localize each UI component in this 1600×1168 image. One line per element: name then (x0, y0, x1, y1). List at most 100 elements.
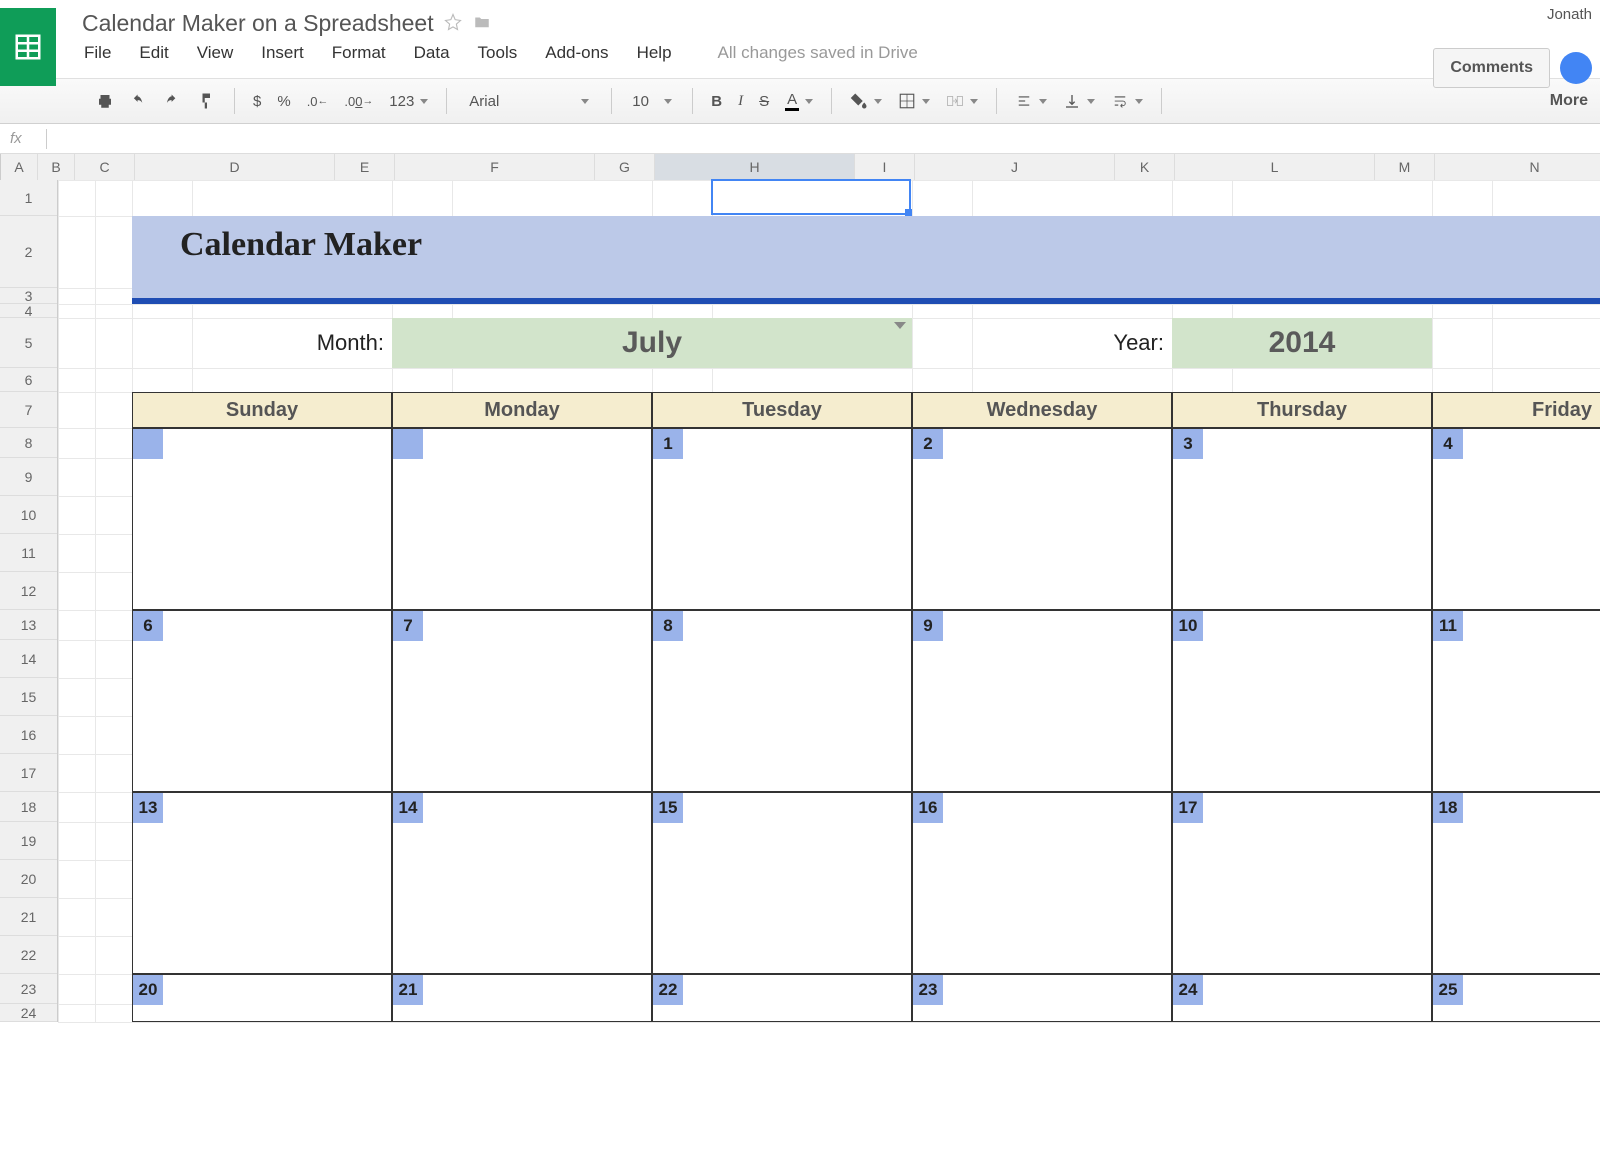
row-header-24[interactable]: 24 (0, 1004, 57, 1022)
more-button[interactable]: More (1550, 92, 1588, 110)
calendar-cell[interactable] (392, 428, 652, 610)
doc-title[interactable]: Calendar Maker on a Spreadsheet (82, 10, 434, 37)
row-header-19[interactable]: 19 (0, 822, 57, 860)
folder-icon[interactable] (472, 13, 492, 34)
calendar-cell[interactable]: 20 (132, 974, 392, 1022)
year-input[interactable]: 2014 (1172, 318, 1432, 368)
font-select[interactable]: Arial (459, 93, 599, 110)
calendar-cell[interactable]: 6 (132, 610, 392, 792)
column-header-M[interactable]: M (1375, 154, 1435, 180)
menu-addons[interactable]: Add-ons (545, 43, 608, 63)
italic-button[interactable]: I (732, 89, 749, 114)
row-header-8[interactable]: 8 (0, 428, 57, 458)
calendar-cell[interactable] (132, 428, 392, 610)
row-header-11[interactable]: 11 (0, 534, 57, 572)
column-header-F[interactable]: F (395, 154, 595, 180)
calendar-cell[interactable]: 3 (1172, 428, 1432, 610)
row-header-20[interactable]: 20 (0, 860, 57, 898)
calendar-cell[interactable]: 2 (912, 428, 1172, 610)
strike-button[interactable]: S (753, 89, 775, 114)
row-header-22[interactable]: 22 (0, 936, 57, 974)
column-header-J[interactable]: J (915, 154, 1115, 180)
row-header-5[interactable]: 5 (0, 318, 57, 368)
calendar-cell[interactable]: 24 (1172, 974, 1432, 1022)
calendar-cell[interactable]: 17 (1172, 792, 1432, 974)
redo-icon[interactable] (158, 90, 188, 112)
row-header-6[interactable]: 6 (0, 368, 57, 392)
column-header-K[interactable]: K (1115, 154, 1175, 180)
undo-icon[interactable] (124, 90, 154, 112)
borders-button[interactable] (892, 88, 936, 114)
menu-format[interactable]: Format (332, 43, 386, 63)
menu-insert[interactable]: Insert (261, 43, 304, 63)
wrap-button[interactable] (1105, 90, 1149, 112)
paint-format-icon[interactable] (192, 88, 222, 114)
print-icon[interactable] (90, 88, 120, 114)
row-header-14[interactable]: 14 (0, 640, 57, 678)
row-header-16[interactable]: 16 (0, 716, 57, 754)
column-header-L[interactable]: L (1175, 154, 1375, 180)
calendar-cell[interactable]: 1 (652, 428, 912, 610)
column-header-G[interactable]: G (595, 154, 655, 180)
calendar-cell[interactable]: 14 (392, 792, 652, 974)
bold-button[interactable]: B (705, 89, 728, 114)
percent-button[interactable]: % (271, 89, 296, 114)
month-select[interactable]: July (392, 318, 912, 368)
row-header-4[interactable]: 4 (0, 304, 57, 318)
username[interactable]: Jonath (1547, 6, 1592, 23)
merge-button[interactable] (940, 88, 984, 114)
calendar-cell[interactable]: 4 (1432, 428, 1600, 610)
calendar-cell[interactable]: 25 (1432, 974, 1600, 1022)
font-size-select[interactable]: 10 (624, 93, 680, 110)
menu-file[interactable]: File (84, 43, 111, 63)
calendar-cell[interactable]: 18 (1432, 792, 1600, 974)
formula-bar[interactable]: fx (0, 124, 1600, 154)
cell-area[interactable]: Calendar MakerOne MonthMonth:JulyYear:20… (58, 180, 1600, 1022)
column-header-I[interactable]: I (855, 154, 915, 180)
increase-decimal-button[interactable]: .00→ (338, 90, 379, 113)
calendar-cell[interactable]: 23 (912, 974, 1172, 1022)
calendar-cell[interactable]: 13 (132, 792, 392, 974)
row-header-13[interactable]: 13 (0, 610, 57, 640)
column-header-N[interactable]: N (1435, 154, 1600, 180)
calendar-cell[interactable]: 22 (652, 974, 912, 1022)
row-header-15[interactable]: 15 (0, 678, 57, 716)
calendar-cell[interactable]: 8 (652, 610, 912, 792)
menu-edit[interactable]: Edit (139, 43, 168, 63)
column-header-H[interactable]: H (655, 154, 855, 180)
row-header-9[interactable]: 9 (0, 458, 57, 496)
text-color-button[interactable]: A (779, 87, 819, 115)
number-format-button[interactable]: 123 (383, 89, 434, 114)
menu-help[interactable]: Help (637, 43, 672, 63)
row-header-1[interactable]: 1 (0, 180, 57, 216)
calendar-cell[interactable]: 10 (1172, 610, 1432, 792)
calendar-cell[interactable]: 9 (912, 610, 1172, 792)
column-header-E[interactable]: E (335, 154, 395, 180)
calendar-cell[interactable]: 15 (652, 792, 912, 974)
decrease-decimal-button[interactable]: .0← (301, 90, 335, 113)
menu-view[interactable]: View (197, 43, 234, 63)
fill-color-button[interactable] (844, 88, 888, 114)
halign-button[interactable] (1009, 90, 1053, 112)
calendar-cell[interactable]: 16 (912, 792, 1172, 974)
row-header-2[interactable]: 2 (0, 216, 57, 288)
star-icon[interactable] (444, 13, 462, 34)
column-header-A[interactable]: A (1, 154, 38, 180)
calendar-cell[interactable]: 11 (1432, 610, 1600, 792)
column-header-B[interactable]: B (38, 154, 75, 180)
share-button[interactable] (1560, 52, 1592, 84)
row-header-18[interactable]: 18 (0, 792, 57, 822)
sheets-logo[interactable] (0, 8, 56, 86)
column-header-D[interactable]: D (135, 154, 335, 180)
comments-button[interactable]: Comments (1433, 48, 1550, 88)
currency-button[interactable]: $ (247, 89, 267, 114)
row-header-21[interactable]: 21 (0, 898, 57, 936)
calendar-cell[interactable]: 7 (392, 610, 652, 792)
menu-data[interactable]: Data (414, 43, 450, 63)
menu-tools[interactable]: Tools (478, 43, 518, 63)
calendar-cell[interactable]: 21 (392, 974, 652, 1022)
valign-button[interactable] (1057, 89, 1101, 113)
row-header-7[interactable]: 7 (0, 392, 57, 428)
row-header-10[interactable]: 10 (0, 496, 57, 534)
row-header-12[interactable]: 12 (0, 572, 57, 610)
